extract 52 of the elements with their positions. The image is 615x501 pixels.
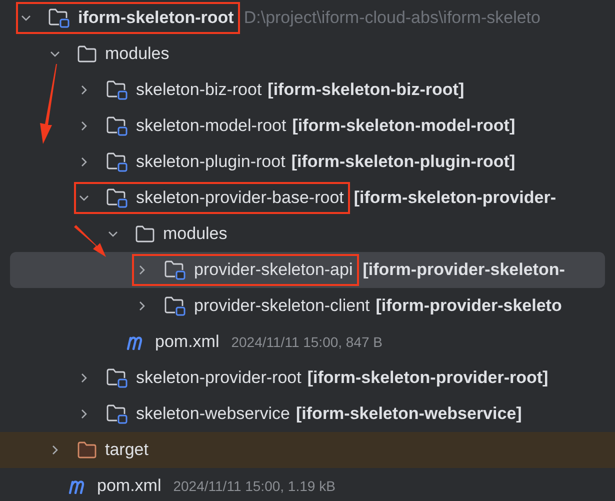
folder-icon — [135, 225, 155, 243]
node-name: modules — [105, 43, 170, 66]
node-name: target — [105, 439, 148, 462]
node-name: skeleton-model-root — [136, 115, 286, 138]
excluded-tree-row[interactable]: target — [0, 432, 615, 468]
module-folder-icon — [106, 188, 128, 208]
file-meta: 2024/11/11 15:00, 847 B — [231, 332, 383, 352]
node-name: provider-skeleton-client — [194, 295, 370, 318]
tree-row[interactable]: pom.xml 2024/11/11 15:00, 847 B — [0, 324, 615, 360]
module-tag: [iform-skeleton-plugin-root] — [291, 149, 516, 175]
module-tag: [iform-skeleton-biz-root] — [268, 77, 464, 103]
node-name: skeleton-provider-root — [136, 367, 302, 390]
tree-row[interactable]: skeleton-model-root [iform-skeleton-model-root] — [0, 108, 615, 144]
module-folder-icon — [48, 8, 70, 28]
node-name: iform-skeleton-root — [78, 7, 234, 30]
module-folder-icon — [164, 296, 186, 316]
tree-row[interactable]: iform-skeleton-root D:\project\iform-cloud-abs\iform-skeleto — [0, 0, 615, 36]
module-tag: [iform-skeleton-provider-root] — [307, 365, 548, 391]
node-name: skeleton-provider-base-root — [136, 187, 344, 210]
module-folder-icon — [106, 368, 128, 388]
module-folder-icon — [106, 80, 128, 100]
tree-row[interactable]: provider-skeleton-client [iform-provider-skeleto — [0, 288, 615, 324]
node-name: skeleton-biz-root — [136, 79, 262, 102]
node-name: pom.xml — [155, 331, 220, 354]
tree-row[interactable]: skeleton-biz-root [iform-skeleton-biz-root] — [0, 72, 615, 108]
tree-row[interactable]: skeleton-plugin-root [iform-skeleton-plugin-root] — [0, 144, 615, 180]
tree-row[interactable]: modules — [0, 36, 615, 72]
annotation-arrow — [72, 224, 108, 260]
module-tag: [iform-skeleton-webservice] — [296, 401, 522, 427]
node-name: skeleton-webservice — [136, 403, 290, 426]
module-folder-icon — [106, 404, 128, 424]
module-folder-icon — [106, 152, 128, 172]
tree-row[interactable]: skeleton-provider-root [iform-skeleton-provider-root] — [0, 360, 615, 396]
module-tag: [iform-skeleton-provider- — [354, 185, 556, 211]
module-tag: [iform-provider-skeleton- — [362, 257, 565, 283]
tree-row[interactable]: skeleton-webservice [iform-skeleton-webservice] — [0, 396, 615, 432]
node-name: modules — [163, 223, 228, 246]
folder-icon — [77, 45, 97, 63]
module-folder-icon — [164, 260, 186, 280]
module-tag: [iform-skeleton-model-root] — [292, 113, 516, 139]
file-meta: 2024/11/11 15:00, 1.19 kB — [173, 476, 336, 496]
module-tag: [iform-provider-skeleto — [376, 293, 562, 319]
folder-icon — [77, 441, 97, 459]
module-folder-icon — [106, 116, 128, 136]
node-name: skeleton-plugin-root — [136, 151, 286, 174]
node-name: provider-skeleton-api — [194, 259, 353, 282]
tree-row[interactable]: pom.xml 2024/11/11 15:00, 1.19 kB — [0, 468, 615, 501]
tree-row[interactable]: modules — [0, 216, 615, 252]
node-path: D:\project\iform-cloud-abs\iform-skeleto — [244, 7, 540, 30]
tree-row[interactable]: skeleton-provider-base-root [iform-skeleton-provider- — [0, 180, 615, 216]
selected-tree-row[interactable]: provider-skeleton-api [iform-provider-skeleton- — [10, 252, 605, 288]
node-name: pom.xml — [97, 475, 162, 498]
